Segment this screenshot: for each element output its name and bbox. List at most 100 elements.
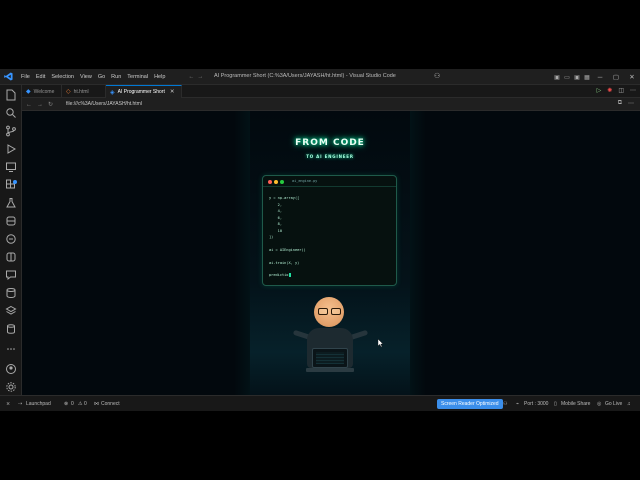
side-glow <box>234 111 250 395</box>
more-icon[interactable] <box>5 343 17 355</box>
explorer-icon[interactable] <box>5 89 17 101</box>
html-file-icon: ◇ <box>66 89 71 95</box>
debug-icon[interactable]: ✺ <box>607 87 612 94</box>
editor-tab-bar: ◆ Welcome ◇ ht.html ◈ AI Programmer Shor… <box>22 85 640 98</box>
code-line: 10 <box>269 228 282 233</box>
menu-view[interactable]: View <box>77 74 95 80</box>
status-bar: ⨯ ⇢ Launchpad ⊗ 0 ⚠ 0 ⋈ Connect Screen R… <box>0 395 640 411</box>
warnings-count[interactable]: 0 <box>84 401 87 407</box>
extensions-icon[interactable] <box>5 179 17 191</box>
menu-file[interactable]: File <box>18 74 33 80</box>
copilot-icon[interactable]: ⚇ <box>434 72 440 80</box>
errors-icon[interactable]: ⊗ <box>64 401 68 407</box>
settings-gear-icon[interactable] <box>5 381 17 393</box>
split-editor-icon[interactable]: ◫ <box>618 87 624 94</box>
url-input[interactable]: file:///c%3A/Users/JAYASH/ht.html <box>66 100 574 109</box>
python-env-icon[interactable] <box>5 251 17 263</box>
remote-indicator-icon[interactable]: ⨯ <box>6 401 10 407</box>
laptop-screen <box>316 352 344 364</box>
copilot-chat-icon[interactable] <box>5 233 17 245</box>
tab-label: AI Programmer Short <box>117 89 165 95</box>
hero-title: FROM CODE <box>295 138 365 148</box>
layout-sidebar-right-icon[interactable]: ▣ <box>572 74 582 81</box>
customize-layout-icon[interactable]: ▦ <box>582 74 592 81</box>
laptop <box>312 348 348 368</box>
code-line: 8, <box>269 222 282 226</box>
search-icon[interactable] <box>5 107 17 119</box>
vscode-logo-icon <box>4 72 13 81</box>
tab-label: Welcome <box>33 88 55 95</box>
database-icon[interactable] <box>5 287 17 299</box>
close-dot-icon <box>268 180 272 184</box>
vscode-window: File Edit Selection View Go Run Terminal… <box>0 69 640 411</box>
laptop-base <box>306 368 354 372</box>
code-card: ai_engine.py y = np.array([ 2, 4, 6, 8, … <box>262 175 397 286</box>
more-icon[interactable]: ⋯ <box>628 100 634 107</box>
remote-explorer-icon[interactable] <box>5 161 17 173</box>
chat-icon[interactable] <box>5 269 17 281</box>
code-filename: ai_engine.py <box>292 179 318 183</box>
layout-panel-icon[interactable]: ▭ <box>562 74 572 81</box>
menu-go[interactable]: Go <box>95 74 108 80</box>
warnings-icon[interactable]: ⚠ <box>78 401 82 407</box>
typing-cursor <box>289 273 292 277</box>
menu-selection[interactable]: Selection <box>48 74 77 80</box>
code-line-text: predictio <box>269 273 289 277</box>
layers-icon[interactable] <box>5 305 17 317</box>
errors-count[interactable]: 0 <box>71 401 74 407</box>
open-external-icon[interactable]: ⧉ <box>618 100 622 107</box>
go-live-icon: ◎ <box>597 401 602 407</box>
copilot-status-icon[interactable]: ⚇ <box>503 401 507 407</box>
close-window-button[interactable]: ✕ <box>624 73 640 81</box>
browser-nav-icons[interactable]: ←→↻ <box>26 101 58 108</box>
browser-address-bar: ←→↻ file:///c%3A/Users/JAYASH/ht.html ⧉ … <box>22 98 640 111</box>
short-frame: FROM CODE TO AI ENGINEER ai_engine.py y … <box>250 111 410 395</box>
notifications-bell-icon[interactable]: ♫ <box>627 401 631 407</box>
tab-ai-programmer-short[interactable]: ◈ AI Programmer Short ✕ <box>106 85 182 98</box>
glasses-lens <box>318 308 328 315</box>
run-icon[interactable]: ▷ <box>597 87 602 94</box>
back-forward-icon[interactable]: ←→ <box>188 74 206 80</box>
connect-button[interactable]: Connect <box>101 401 120 407</box>
testing-icon[interactable] <box>5 197 17 209</box>
menu-edit[interactable]: Edit <box>33 74 48 80</box>
launchpad-icon[interactable]: ⇢ <box>18 401 22 407</box>
mobile-share-button[interactable]: Mobile Share <box>561 401 590 407</box>
code-line-typing: predictio <box>269 273 292 277</box>
code-line: y = np.array([ <box>269 196 300 200</box>
close-tab-icon[interactable]: ✕ <box>170 89 175 95</box>
port-icon: ⌁ <box>516 401 520 407</box>
account-icon[interactable] <box>5 363 17 375</box>
launchpad-button[interactable]: Launchpad <box>26 401 51 407</box>
window-title: AI Programmer Short (C:%3A/Users/JAYASH/… <box>214 73 396 79</box>
preview-icon: ◈ <box>110 89 115 96</box>
preview-page: FROM CODE TO AI ENGINEER ai_engine.py y … <box>22 111 640 395</box>
run-debug-icon[interactable] <box>5 143 17 155</box>
side-glow <box>410 111 426 395</box>
menu-help[interactable]: Help <box>151 74 168 80</box>
tab-ht-html[interactable]: ◇ ht.html <box>62 85 106 98</box>
sql-icon[interactable] <box>5 323 17 335</box>
source-control-icon[interactable] <box>5 125 17 137</box>
code-line: 6, <box>269 215 282 220</box>
hero-subtitle: TO AI ENGINEER <box>306 154 354 159</box>
maximize-dot-icon <box>280 180 284 184</box>
menu-terminal[interactable]: Terminal <box>124 74 151 80</box>
screen-reader-badge[interactable]: Screen Reader Optimized <box>437 399 503 409</box>
character-glasses <box>318 308 342 315</box>
minimize-button[interactable]: ─ <box>592 74 608 81</box>
mobile-share-icon: ▯ <box>554 401 557 407</box>
python-icon[interactable] <box>5 215 17 227</box>
code-line: 2, <box>269 202 282 207</box>
more-actions-icon[interactable]: ⋯ <box>630 87 636 94</box>
go-live-button[interactable]: Go Live <box>605 401 622 407</box>
vscode-logo-icon: ◆ <box>26 89 31 95</box>
code-card-header: ai_engine.py <box>263 176 396 187</box>
menu-run[interactable]: Run <box>108 74 124 80</box>
tab-welcome[interactable]: ◆ Welcome <box>22 85 62 98</box>
layout-sidebar-left-icon[interactable]: ▣ <box>552 74 562 81</box>
port-indicator[interactable]: Port : 3000 <box>524 401 548 407</box>
connect-icon[interactable]: ⋈ <box>94 401 99 407</box>
maximize-button[interactable]: ▢ <box>608 73 624 81</box>
glasses-lens <box>331 308 341 315</box>
